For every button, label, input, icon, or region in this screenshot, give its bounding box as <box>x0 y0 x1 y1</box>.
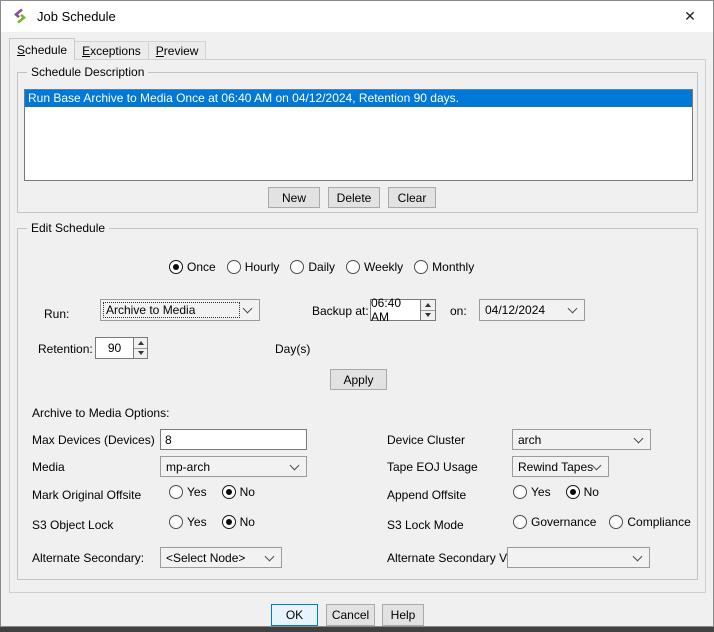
append-offsite-group: Yes No <box>513 485 599 499</box>
backup-at-label: Backup at: <box>312 304 369 318</box>
media-label: Media <box>32 460 65 474</box>
cancel-button[interactable]: Cancel <box>326 604 375 626</box>
alternate-secondary-volume-combo[interactable] <box>507 547 650 568</box>
app-logo-icon <box>12 8 28 24</box>
mark-original-offsite-label: Mark Original Offsite <box>32 488 141 502</box>
chevron-down-icon <box>290 460 300 470</box>
max-devices-input[interactable]: 8 <box>160 429 307 450</box>
retention-spinner[interactable] <box>133 337 148 359</box>
ok-button[interactable]: OK <box>271 604 318 626</box>
spin-up-icon[interactable] <box>134 338 147 349</box>
schedule-description-legend: Schedule Description <box>27 65 148 79</box>
no-radio[interactable] <box>566 485 580 499</box>
frequency-option-daily[interactable]: Daily <box>290 260 335 274</box>
new-button[interactable]: New <box>268 187 320 208</box>
apply-button[interactable]: Apply <box>330 369 387 390</box>
backup-time-input[interactable]: 06:40 AM <box>370 299 421 321</box>
backup-date-combo[interactable]: 04/12/2024 <box>479 299 585 321</box>
window-title: Job Schedule <box>37 1 116 32</box>
tab-preview[interactable]: Preview <box>149 41 207 60</box>
frequency-option-once[interactable]: Once <box>169 260 216 274</box>
title-bar: Job Schedule ✕ <box>1 1 713 32</box>
s3-lock-mode-compliance[interactable]: Compliance <box>609 515 690 529</box>
clear-button[interactable]: Clear <box>388 187 436 208</box>
frequency-radio-group: Once Hourly Daily Weekly Monthly <box>169 260 474 274</box>
append-offsite-no[interactable]: No <box>566 485 599 499</box>
mark-original-offsite-yes[interactable]: Yes <box>169 485 207 499</box>
run-label: Run: <box>44 307 69 321</box>
device-cluster-label: Device Cluster <box>387 433 465 447</box>
edit-schedule-legend: Edit Schedule <box>27 221 109 235</box>
help-button[interactable]: Help <box>382 604 424 626</box>
chevron-down-icon <box>243 304 253 314</box>
mark-original-offsite-no[interactable]: No <box>222 485 255 499</box>
frequency-option-weekly[interactable]: Weekly <box>346 260 403 274</box>
schedule-description-list[interactable]: Run Base Archive to Media Once at 06:40 … <box>24 89 693 181</box>
s3-lock-mode-label: S3 Lock Mode <box>387 518 464 532</box>
retention-input[interactable]: 90 <box>95 337 134 359</box>
schedule-description-group: Schedule Description Run Base Archive to… <box>17 72 698 213</box>
weekly-radio[interactable] <box>346 260 360 274</box>
yes-radio[interactable] <box>169 485 183 499</box>
chevron-down-icon <box>634 433 644 443</box>
chevron-down-icon <box>265 551 275 561</box>
tab-schedule[interactable]: Schedule <box>9 38 75 60</box>
tab-strip: Schedule Exceptions Preview <box>9 38 206 60</box>
frequency-option-monthly[interactable]: Monthly <box>414 260 474 274</box>
max-devices-label: Max Devices (Devices) <box>32 433 155 447</box>
chevron-down-icon <box>633 551 643 561</box>
append-offsite-label: Append Offsite <box>387 488 466 502</box>
yes-radio[interactable] <box>169 515 183 529</box>
spin-up-icon[interactable] <box>421 300 435 311</box>
s3-object-lock-label: S3 Object Lock <box>32 518 113 532</box>
screenshot-root: Job Schedule ✕ Schedule Exceptions Previ… <box>0 0 714 632</box>
run-combo[interactable]: Archive to Media <box>100 299 260 321</box>
schedule-list-item[interactable]: Run Base Archive to Media Once at 06:40 … <box>25 90 692 107</box>
no-radio[interactable] <box>222 515 236 529</box>
alternate-secondary-combo[interactable]: <Select Node> <box>160 547 282 568</box>
s3-object-lock-no[interactable]: No <box>222 515 255 529</box>
mark-original-offsite-group: Yes No <box>169 485 255 499</box>
tape-eoj-usage-combo[interactable]: Rewind Tapes <box>512 456 609 477</box>
window-bottom-edge <box>0 627 714 632</box>
s3-object-lock-group: Yes No <box>169 515 255 529</box>
hourly-radio[interactable] <box>227 260 241 274</box>
alternate-secondary-label: Alternate Secondary: <box>32 551 144 565</box>
append-offsite-yes[interactable]: Yes <box>513 485 551 499</box>
delete-button[interactable]: Delete <box>328 187 380 208</box>
media-combo[interactable]: mp-arch <box>160 456 307 477</box>
on-label: on: <box>450 304 467 318</box>
tab-exceptions[interactable]: Exceptions <box>75 41 149 60</box>
s3-lock-mode-group: Governance Compliance <box>513 515 691 529</box>
s3-object-lock-yes[interactable]: Yes <box>169 515 207 529</box>
spin-down-icon[interactable] <box>134 349 147 359</box>
compliance-radio[interactable] <box>609 515 623 529</box>
governance-radio[interactable] <box>513 515 527 529</box>
backup-time-spinner[interactable] <box>420 299 436 321</box>
frequency-option-hourly[interactable]: Hourly <box>227 260 280 274</box>
once-radio[interactable] <box>169 260 183 274</box>
s3-lock-mode-governance[interactable]: Governance <box>513 515 596 529</box>
no-radio[interactable] <box>222 485 236 499</box>
daily-radio[interactable] <box>290 260 304 274</box>
yes-radio[interactable] <box>513 485 527 499</box>
close-icon: ✕ <box>684 8 696 25</box>
edit-schedule-group: Edit Schedule Once Hourly Daily Weekly M… <box>17 228 698 580</box>
archive-options-heading: Archive to Media Options: <box>32 406 169 420</box>
chevron-down-icon <box>568 304 578 314</box>
retention-label: Retention: <box>38 342 93 356</box>
tape-eoj-usage-label: Tape EOJ Usage <box>387 460 478 474</box>
job-schedule-dialog: Job Schedule ✕ Schedule Exceptions Previ… <box>0 0 714 627</box>
monthly-radio[interactable] <box>414 260 428 274</box>
retention-unit-label: Day(s) <box>275 342 310 356</box>
device-cluster-combo[interactable]: arch <box>512 429 651 450</box>
spin-down-icon[interactable] <box>421 311 435 321</box>
close-button[interactable]: ✕ <box>667 1 713 32</box>
